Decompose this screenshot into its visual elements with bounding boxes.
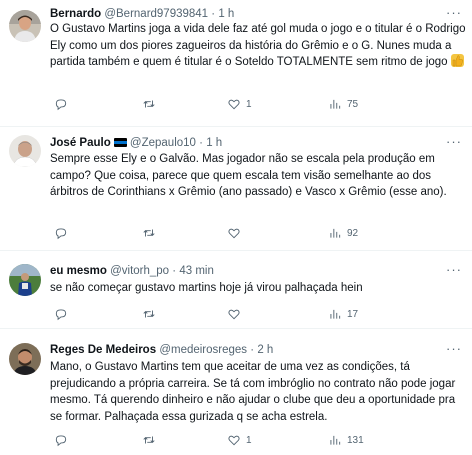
retweet-icon — [143, 229, 155, 237]
more-options-icon[interactable]: ··· — [446, 134, 462, 149]
views-icon — [330, 228, 341, 238]
tweet-text-content: O Gustavo Martins joga a vida dele faz a… — [50, 23, 469, 68]
heart-icon — [228, 435, 240, 446]
view-count: 17 — [347, 308, 359, 320]
reply-icon — [55, 99, 67, 111]
views-icon — [330, 435, 341, 445]
like-button[interactable] — [227, 226, 246, 240]
like-button[interactable] — [227, 307, 246, 321]
reply-icon — [55, 309, 67, 321]
view-count: 75 — [347, 98, 359, 110]
retweet-button[interactable] — [142, 97, 161, 111]
view-count: 92 — [347, 227, 359, 239]
author-handle[interactable]: @Zepaulo10 — [130, 137, 196, 149]
reply-button[interactable] — [54, 226, 73, 240]
separator-dot: · — [172, 265, 177, 277]
timestamp[interactable]: 43 min — [179, 265, 214, 277]
heart-icon — [228, 99, 240, 110]
retweet-icon — [143, 310, 155, 318]
tweet[interactable]: Reges De Medeiros @medeirosreges · 2 h ·… — [0, 329, 472, 455]
avatar[interactable] — [9, 343, 41, 375]
tweet[interactable]: Bernardo @Bernard97939841 · 1 h ··· O Gu… — [0, 0, 472, 127]
reply-button[interactable] — [54, 307, 73, 321]
author-handle[interactable]: @Bernard97939841 — [104, 8, 208, 20]
timestamp[interactable]: 1 h — [218, 8, 234, 20]
timestamp[interactable]: 2 h — [257, 344, 273, 356]
tweet-text: O Gustavo Martins joga a vida dele faz a… — [50, 21, 468, 71]
separator-dot: · — [211, 8, 216, 20]
author-name[interactable]: Bernardo — [50, 8, 101, 20]
avatar[interactable] — [9, 135, 41, 167]
like-button[interactable]: 1 — [227, 97, 252, 111]
more-options-icon[interactable]: ··· — [446, 262, 462, 277]
views-icon — [330, 309, 341, 319]
timestamp[interactable]: 1 h — [206, 137, 222, 149]
reply-icon — [55, 435, 67, 447]
tweet-text: se não começar gustavo martins hoje já v… — [50, 282, 363, 294]
author-name[interactable]: eu mesmo — [50, 265, 107, 277]
estonia-flag-icon — [113, 138, 127, 147]
more-options-icon[interactable]: ··· — [446, 341, 462, 356]
author-handle[interactable]: @vitorh_po — [110, 265, 169, 277]
views-icon — [330, 99, 341, 109]
retweet-button[interactable] — [142, 307, 161, 321]
views-button[interactable]: 92 — [328, 226, 358, 240]
heart-icon — [228, 309, 240, 320]
view-count: 131 — [347, 434, 364, 446]
heart-icon — [228, 228, 240, 239]
thumbs-up-emoji — [450, 54, 464, 67]
reply-button[interactable] — [54, 433, 73, 447]
retweet-button[interactable] — [142, 433, 161, 447]
retweet-button[interactable] — [142, 226, 161, 240]
separator-dot: · — [199, 137, 203, 149]
views-button[interactable]: 131 — [328, 433, 364, 447]
avatar[interactable] — [9, 264, 41, 296]
author-name[interactable]: José Paulo — [50, 137, 111, 149]
avatar[interactable] — [9, 10, 41, 42]
reply-button[interactable] — [54, 97, 73, 111]
like-count: 1 — [246, 434, 252, 446]
reply-icon — [55, 228, 67, 240]
retweet-icon — [143, 100, 155, 108]
views-button[interactable]: 75 — [328, 97, 358, 111]
like-count: 1 — [246, 98, 252, 110]
tweet-text: Mano, o Gustavo Martins tem que aceitar … — [50, 361, 459, 423]
separator-dot: · — [250, 344, 255, 356]
author-handle[interactable]: @medeirosreges — [159, 344, 247, 356]
retweet-icon — [143, 436, 155, 444]
views-button[interactable]: 17 — [328, 307, 358, 321]
tweet[interactable]: José Paulo @Zepaulo10 · 1 h ··· Sempre e… — [0, 127, 472, 251]
like-button[interactable]: 1 — [227, 433, 252, 447]
author-name[interactable]: Reges De Medeiros — [50, 344, 156, 356]
more-options-icon[interactable]: ··· — [446, 5, 462, 20]
tweet[interactable]: eu mesmo @vitorh_po · 43 min ··· se não … — [0, 251, 472, 329]
tweet-text: Sempre esse Ely e o Galvão. Mas jogador … — [50, 153, 447, 198]
